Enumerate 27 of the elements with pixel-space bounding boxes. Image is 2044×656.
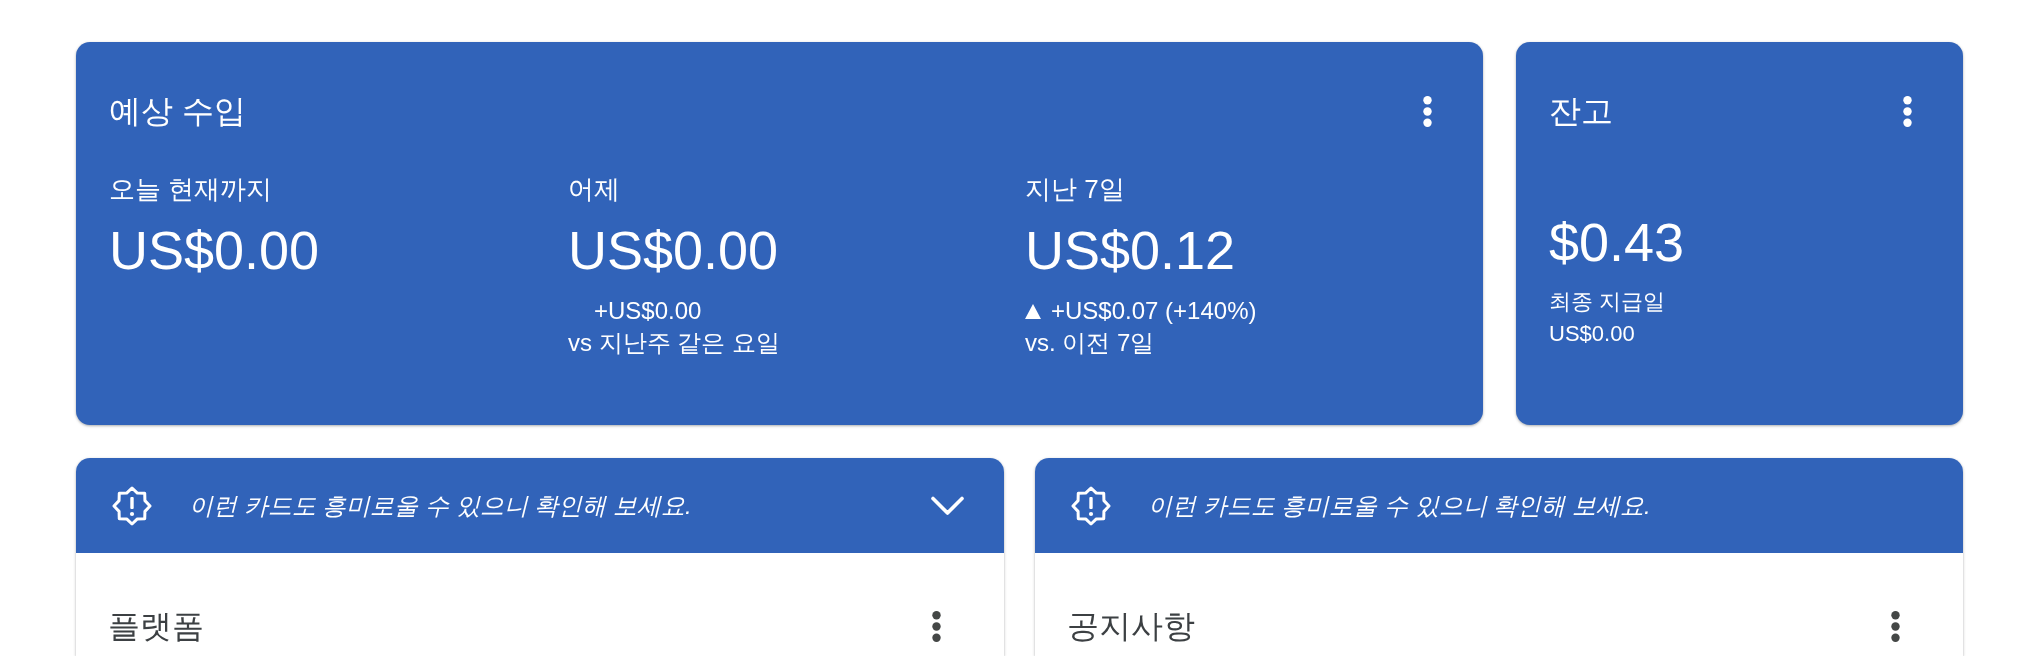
earnings-amount: US$0.12: [1025, 219, 1236, 282]
chevron-down-icon[interactable]: [931, 495, 964, 516]
card-title: 플랫폼: [108, 607, 204, 646]
comparison-text: vs 지난주 같은 요일: [568, 328, 780, 358]
suggestion-text: 이런 카드도 흥미로울 수 있으니 확인해 보세요.: [1148, 490, 1652, 521]
last-payment-amount: US$0.00: [1549, 320, 1635, 348]
balance-amount: $0.43: [1549, 211, 1685, 274]
change-amount: +US$0.07 (+140%): [1051, 296, 1257, 326]
more-options-icon[interactable]: [1903, 95, 1912, 127]
card-title: 예상 수입: [109, 92, 246, 131]
period-label: 지난 7일: [1025, 173, 1125, 206]
period-label: 어제: [568, 173, 620, 206]
earnings-amount: US$0.00: [568, 219, 779, 282]
comparison-text: vs. 이전 7일: [1025, 328, 1155, 358]
earnings-amount: US$0.00: [109, 219, 320, 282]
more-options-icon[interactable]: [932, 610, 941, 642]
last-payment-label: 최종 지급일: [1549, 288, 1666, 316]
period-label: 오늘 현재까지: [109, 173, 273, 206]
more-options-icon[interactable]: [1891, 610, 1900, 642]
more-options-icon[interactable]: [1423, 95, 1432, 127]
up-triangle-icon: [1025, 303, 1041, 319]
alert-badge-icon: [1071, 485, 1111, 526]
alert-badge-icon: [112, 485, 152, 526]
suggestion-text: 이런 카드도 흥미로울 수 있으니 확인해 보세요.: [189, 490, 693, 521]
card-title: 잔고: [1549, 92, 1613, 131]
change-amount: +US$0.00: [594, 296, 702, 326]
card-title: 공지사항: [1067, 607, 1195, 646]
